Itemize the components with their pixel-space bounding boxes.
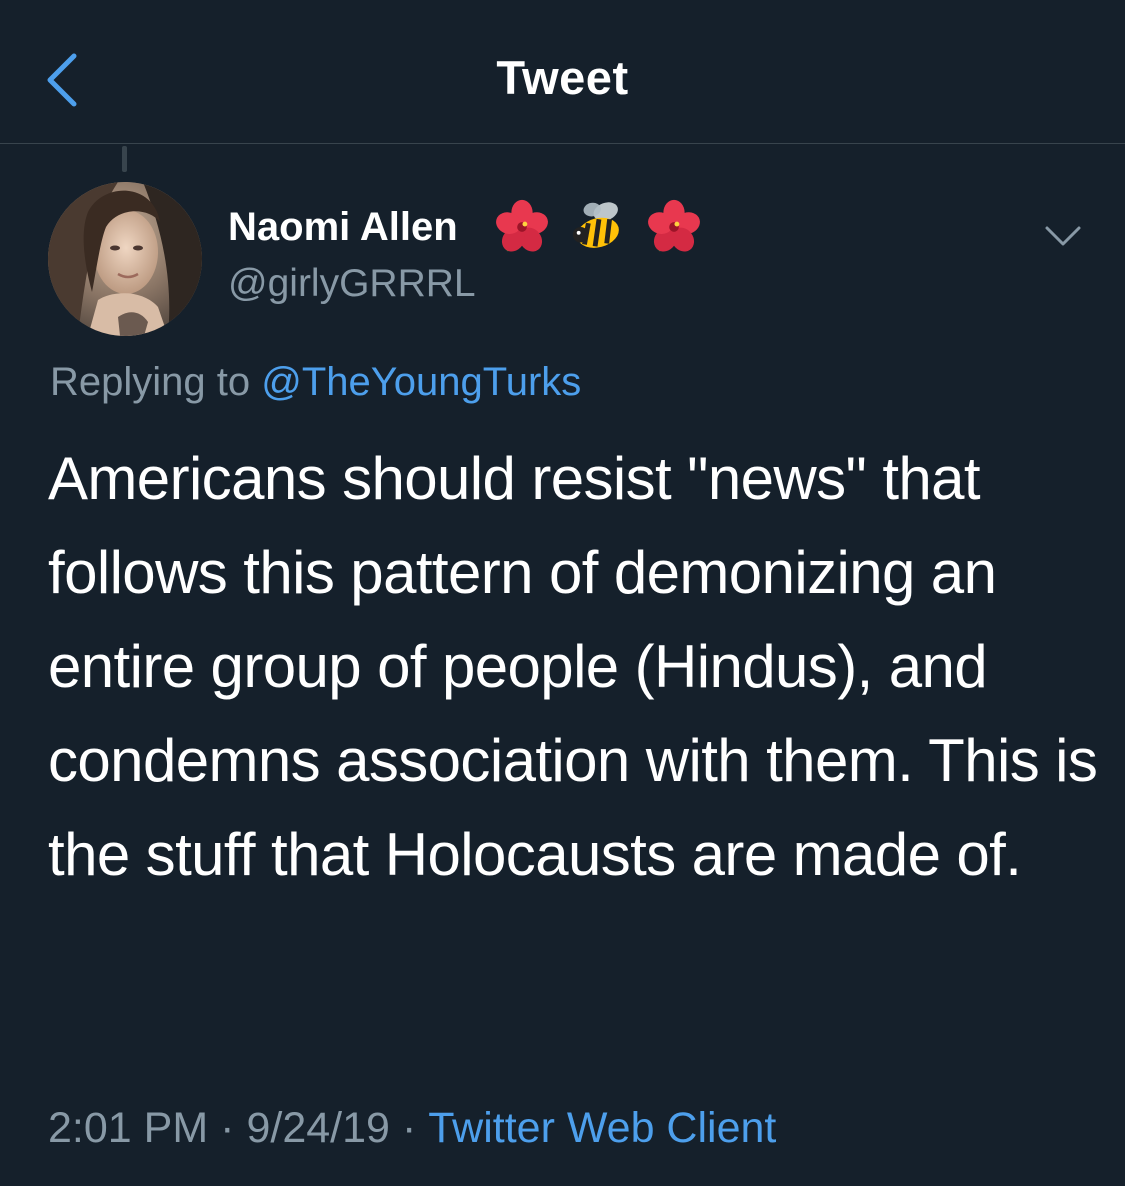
tweet-date: 9/24/19 <box>246 1104 390 1152</box>
hibiscus-icon <box>648 199 700 252</box>
meta-separator: · <box>401 1104 417 1152</box>
user-handle[interactable]: @girlyGRRRL <box>228 262 476 306</box>
bee-icon <box>572 202 619 248</box>
top-nav-bar: Tweet <box>0 0 1125 144</box>
replying-to-label: Replying to <box>50 360 251 404</box>
tweet-source-link[interactable]: Twitter Web Client <box>428 1104 776 1152</box>
replying-to-line: Replying to @TheYoungTurks <box>50 360 581 405</box>
tweet-text: Americans should resist "news" that foll… <box>48 445 1098 888</box>
display-name[interactable]: Naomi Allen <box>228 205 458 250</box>
avatar-photo <box>48 182 202 336</box>
tweet-options-button[interactable] <box>1040 216 1086 256</box>
page-title: Tweet <box>496 51 629 104</box>
hibiscus-icon <box>496 199 548 252</box>
chevron-down-icon <box>1045 226 1081 246</box>
thread-connector-line <box>122 146 127 172</box>
avatar[interactable] <box>48 182 202 336</box>
tweet-time: 2:01 PM <box>48 1104 209 1152</box>
meta-separator: · <box>220 1104 235 1152</box>
name-emojis <box>493 198 703 256</box>
reply-target-link[interactable]: @TheYoungTurks <box>261 360 581 404</box>
tweet-meta: 2:01 PM · 9/24/19 · Twitter Web Client <box>48 1104 776 1153</box>
